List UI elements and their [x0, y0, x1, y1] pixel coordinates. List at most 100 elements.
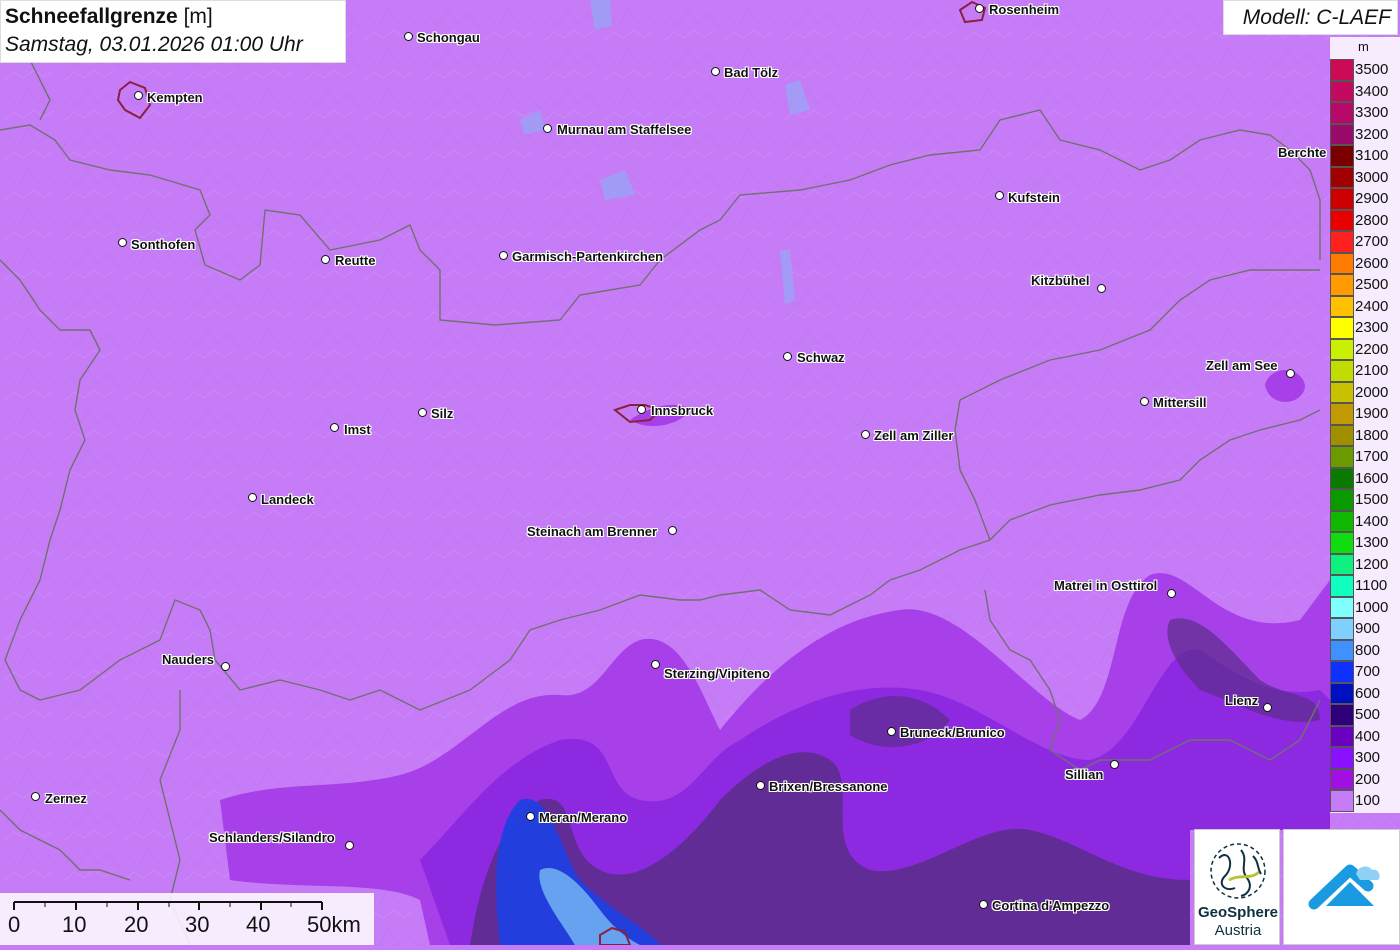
- legend-row: 1500: [1330, 489, 1400, 511]
- city-marker-icon: [543, 124, 552, 133]
- legend-row: 1800: [1330, 424, 1400, 446]
- legend-row: 3000: [1330, 166, 1400, 188]
- legend-swatch: [1330, 553, 1354, 575]
- legend-row: 200: [1330, 768, 1400, 790]
- legend-swatch: [1330, 704, 1354, 726]
- legend-label: 900: [1355, 620, 1381, 637]
- geosphere-emblem-icon: [1210, 843, 1266, 899]
- legend-label: 1300: [1355, 534, 1389, 551]
- legend-swatch: [1330, 231, 1354, 253]
- legend-label: 2200: [1355, 340, 1389, 358]
- city-label: Kufstein: [1008, 190, 1060, 205]
- city-label: Lienz: [1225, 693, 1259, 708]
- legend-swatch: [1330, 403, 1354, 425]
- city-marker-icon: [345, 841, 354, 850]
- legend-label: 3100: [1355, 147, 1389, 164]
- legend-label: 1500: [1355, 491, 1389, 508]
- weather-app-logo[interactable]: [1283, 829, 1400, 945]
- legend-row: 1400: [1330, 510, 1400, 532]
- city-marker-icon: [1286, 369, 1295, 378]
- legend-row: 500: [1330, 704, 1400, 726]
- legend-row: 2400: [1330, 295, 1400, 317]
- legend-label: 600: [1355, 684, 1381, 702]
- legend-row: 800: [1330, 639, 1400, 661]
- city-marker-icon: [526, 812, 535, 821]
- legend-row: 2000: [1330, 381, 1400, 403]
- legend-label: 1600: [1355, 469, 1389, 487]
- legend-label: 2700: [1355, 233, 1389, 250]
- legend-unit: m: [1358, 39, 1369, 54]
- legend-label: 3400: [1355, 82, 1389, 100]
- legend-label: 2800: [1355, 211, 1389, 229]
- legend-swatch: [1330, 424, 1354, 446]
- city-marker-icon: [783, 352, 792, 361]
- legend-label: 3300: [1355, 104, 1389, 121]
- house-cloud-icon: [1308, 864, 1380, 910]
- city-marker-icon: [321, 255, 330, 264]
- city-marker-icon: [404, 32, 413, 41]
- legend-swatch: [1330, 768, 1354, 790]
- legend-swatch: [1330, 123, 1354, 145]
- legend-swatch: [1330, 661, 1354, 683]
- city-marker-icon: [499, 251, 508, 260]
- legend-swatch: [1330, 575, 1354, 597]
- legend-row: 2300: [1330, 317, 1400, 339]
- legend-label: 1000: [1355, 598, 1389, 616]
- legend-label: 3000: [1355, 168, 1389, 186]
- legend-label: 300: [1355, 749, 1381, 766]
- city-marker-icon: [118, 238, 127, 247]
- title-text: Schneefallgrenze: [5, 5, 178, 28]
- city-marker-icon: [979, 900, 988, 909]
- legend-swatch: [1330, 145, 1354, 167]
- title-box: Schneefallgrenze [m] Samstag, 03.01.2026…: [0, 0, 346, 63]
- city-label: Garmisch-Partenkirchen: [512, 249, 664, 264]
- legend-swatch: [1330, 639, 1354, 661]
- city-label: Sonthofen: [131, 237, 196, 252]
- legend-label: 2100: [1355, 362, 1389, 379]
- legend-label: 500: [1355, 706, 1381, 723]
- legend-label: 700: [1355, 663, 1381, 680]
- city-label: Reutte: [335, 253, 376, 268]
- legend-swatch: [1330, 467, 1354, 489]
- legend-swatch: [1330, 295, 1354, 317]
- city-label: Imst: [344, 422, 371, 437]
- legend-swatch: [1330, 747, 1354, 769]
- city-marker-icon: [330, 423, 339, 432]
- legend-swatch: [1330, 510, 1354, 532]
- geosphere-logo[interactable]: GeoSphere Austria: [1194, 829, 1280, 945]
- city-marker-icon: [995, 191, 1004, 200]
- scale-label-40: 40: [246, 912, 271, 937]
- scale-label-20: 20: [124, 912, 149, 937]
- legend-row: 2100: [1330, 360, 1400, 382]
- city-marker-icon: [668, 526, 677, 535]
- legend-swatch: [1330, 252, 1354, 274]
- legend-label: 1900: [1355, 405, 1389, 422]
- legend-row: 300: [1330, 747, 1400, 769]
- legend-label: 2400: [1355, 297, 1389, 315]
- scale-label-10: 10: [62, 912, 87, 937]
- legend-swatch: [1330, 381, 1354, 403]
- city-label: Sillian: [1065, 767, 1104, 782]
- city-marker-icon: [756, 781, 765, 790]
- legend-swatch: [1330, 618, 1354, 640]
- legend-swatch: [1330, 446, 1354, 468]
- legend-swatch: [1330, 317, 1354, 339]
- legend-label: 100: [1355, 792, 1381, 809]
- legend-label: 400: [1355, 727, 1381, 745]
- city-label: Nauders: [162, 652, 215, 667]
- legend-row: 2900: [1330, 188, 1400, 210]
- city-label: Silz: [431, 406, 454, 421]
- city-label: Schlanders/Silandro: [209, 830, 335, 845]
- city-label: Mittersill: [1153, 395, 1207, 410]
- city-marker-icon: [134, 91, 143, 100]
- map-title: Schneefallgrenze [m]: [5, 3, 341, 31]
- legend-swatch: [1330, 59, 1354, 81]
- legend-label: 200: [1355, 770, 1381, 788]
- legend-row: 2600: [1330, 252, 1400, 274]
- city-label: Zell am See: [1206, 358, 1278, 373]
- city-label: Steinach am Brenner: [527, 524, 658, 539]
- legend-swatch: [1330, 682, 1354, 704]
- legend-row: 3500: [1330, 59, 1400, 81]
- forecast-datetime: Samstag, 03.01.2026 01:00 Uhr: [5, 33, 303, 56]
- legend-row: 3100: [1330, 145, 1400, 167]
